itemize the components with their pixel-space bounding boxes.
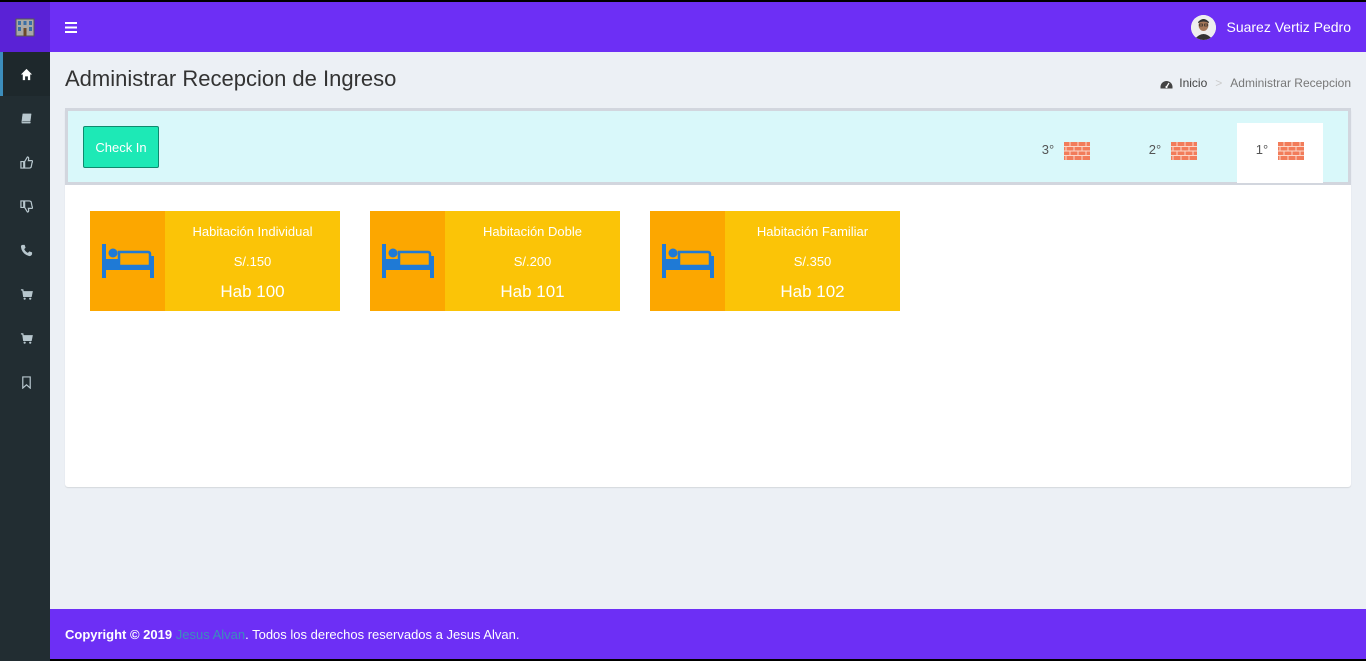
room-price: S/.350 [793, 254, 832, 269]
brick-wall-icon [1064, 142, 1091, 160]
footer-copyright: Copyright © 2019 [65, 626, 173, 642]
user-menu[interactable]: Suarez Vertiz Pedro [1191, 12, 1351, 42]
sidebar-item-bookmark[interactable] [0, 360, 50, 404]
user-avatar-icon [1191, 14, 1217, 40]
bookmark-icon [22, 375, 31, 389]
brick-wall-icon [1171, 142, 1198, 160]
room-price: S/.200 [513, 254, 552, 269]
footer: Copyright © 2019 Jesus Alvan. Todos los … [50, 609, 1366, 661]
top-navbar: Suarez Vertiz Pedro [0, 0, 1366, 52]
app-logo[interactable] [0, 2, 50, 52]
floor-tab-1[interactable]: 1° [1237, 123, 1323, 183]
dashboard-icon [1160, 80, 1173, 88]
home-icon [20, 68, 33, 80]
room-type: Habitación Doble [482, 224, 582, 239]
rooms-panel: Check In 3° 2° 1° Habitación Individual … [65, 108, 1351, 487]
room-price: S/.150 [233, 254, 272, 269]
bed-icon [101, 244, 154, 278]
floor-label: 2° [1148, 142, 1162, 157]
check-in-button[interactable]: Check In [83, 126, 159, 168]
room-info: Habitación Individual S/.150 Hab 100 [165, 211, 340, 311]
room-type: Habitación Familiar [756, 224, 869, 239]
sidebar-item-thumbs-down[interactable] [0, 184, 50, 228]
room-number: Hab 102 [780, 282, 845, 301]
breadcrumb-separator: > [1215, 76, 1223, 90]
phone-icon [20, 244, 33, 256]
room-icon-box [90, 211, 165, 311]
book-icon [21, 113, 32, 123]
floor-tab-3[interactable]: 3° [1023, 123, 1109, 183]
room-info: Habitación Familiar S/.350 Hab 102 [725, 211, 900, 311]
room-number: Hab 101 [500, 282, 565, 301]
avatar [1191, 14, 1217, 40]
sidebar-item-cart-1[interactable] [0, 272, 50, 316]
footer-rights: . Todos los derechos reservados a Jesus … [245, 626, 520, 642]
room-info: Habitación Doble S/.200 Hab 101 [445, 211, 620, 311]
breadcrumb-current: Administrar Recepcion [1230, 76, 1351, 90]
room-type: Habitación Individual [192, 224, 313, 239]
breadcrumb-home-label[interactable]: Inicio [1179, 76, 1207, 90]
sidebar-item-home[interactable] [0, 52, 50, 96]
thumbs-down-icon [20, 199, 33, 213]
floor-label: 3° [1041, 142, 1055, 157]
room-card[interactable]: Habitación Individual S/.150 Hab 100 [90, 211, 340, 311]
building-icon [15, 18, 35, 37]
footer-author-link[interactable]: Jesus Alvan [176, 627, 245, 642]
room-number: Hab 100 [220, 282, 285, 301]
room-card[interactable]: Habitación Familiar S/.350 Hab 102 [650, 211, 900, 311]
bed-icon [381, 244, 434, 278]
room-card[interactable]: Habitación Doble S/.200 Hab 101 [370, 211, 620, 311]
user-name[interactable]: Suarez Vertiz Pedro [1226, 19, 1351, 35]
breadcrumb: Inicio > Administrar Recepcion [1160, 76, 1351, 90]
breadcrumb-home[interactable]: Inicio [1160, 76, 1207, 90]
sidebar-item-cart-2[interactable] [0, 316, 50, 360]
hamburger-icon [65, 21, 77, 33]
room-icon-box [370, 211, 445, 311]
thumbs-up-icon [20, 155, 33, 169]
page-title: Administrar Recepcion de Ingreso [65, 66, 397, 91]
sidebar-item-phone[interactable] [0, 228, 50, 272]
sidebar-toggle-button[interactable] [58, 12, 84, 42]
sidebar-item-book[interactable] [0, 96, 50, 140]
brick-wall-icon [1278, 142, 1305, 160]
floor-tab-2[interactable]: 2° [1130, 123, 1216, 183]
sidebar-item-thumbs-up[interactable] [0, 140, 50, 184]
room-icon-box [650, 211, 725, 311]
bed-icon [661, 244, 714, 278]
cart-icon [20, 288, 33, 300]
floor-label: 1° [1255, 142, 1269, 157]
cart-icon [20, 332, 33, 344]
sidebar [0, 52, 50, 661]
